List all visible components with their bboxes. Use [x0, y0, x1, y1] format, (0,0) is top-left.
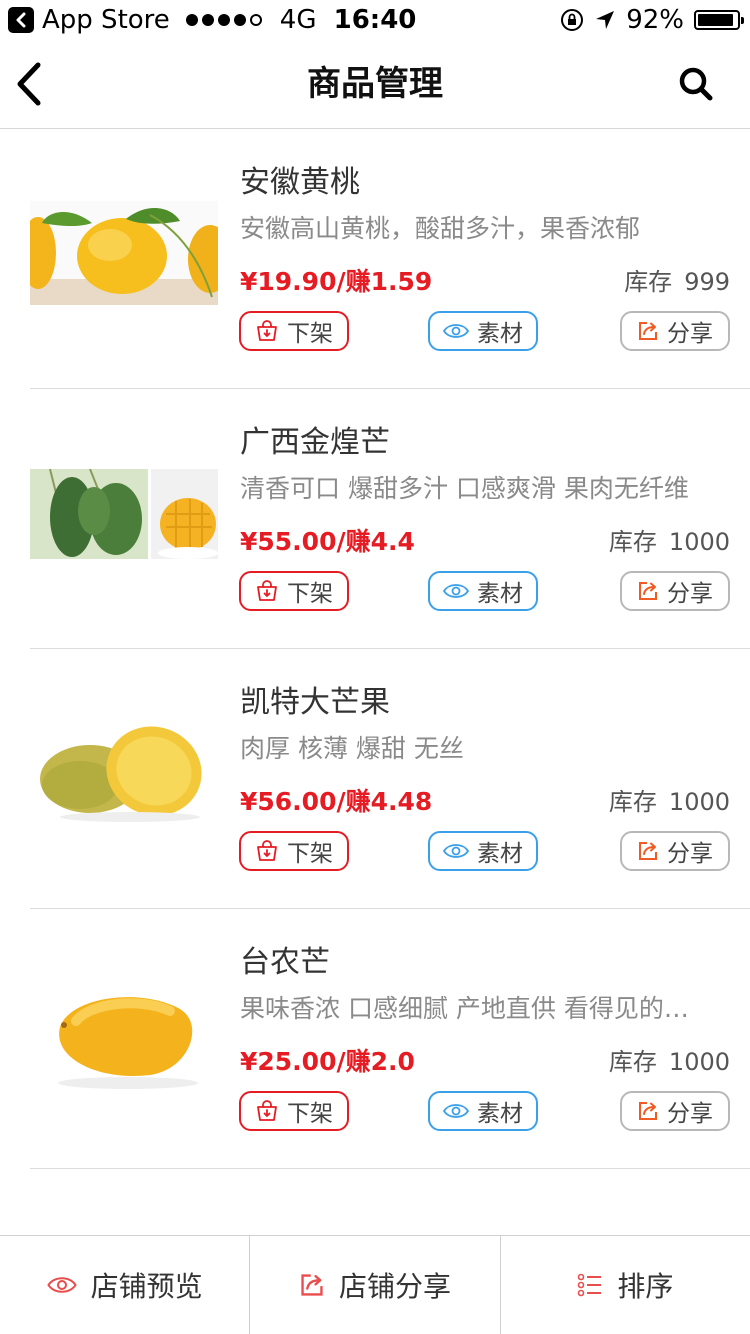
eye-icon — [46, 1277, 77, 1293]
product-stock: 库存 1000 — [609, 1042, 730, 1077]
take-off-shelf-button[interactable]: 下架 — [239, 571, 349, 611]
stock-label: 库存 — [608, 1048, 657, 1076]
basket-down-icon — [257, 1100, 277, 1121]
share-icon — [639, 1102, 657, 1120]
product-image-yellow-peach[interactable] — [30, 201, 218, 305]
battery-icon — [694, 10, 744, 30]
share-button[interactable]: 分享 — [620, 311, 730, 351]
product-item[interactable]: 安徽黄桃 安徽高山黄桃，酸甜多汁，果香浓郁 ¥19.90/赚1.59 库存 999… — [30, 129, 750, 389]
product-item[interactable]: 凯特大芒果 肉厚 核薄 爆甜 无丝 ¥56.00/赚4.48 库存 1000 下架… — [30, 649, 750, 909]
eye-icon — [443, 324, 469, 338]
product-stock: 库存 999 — [624, 262, 730, 297]
material-button[interactable]: 素材 — [428, 571, 538, 611]
take-off-shelf-label: 下架 — [287, 581, 333, 607]
status-bar: App Store 4G 16:40 92% — [0, 0, 750, 40]
page-title: 商品管理 — [307, 64, 443, 104]
stock-value: 999 — [684, 268, 730, 296]
sort-label: 排序 — [617, 1270, 674, 1303]
share-icon — [301, 1274, 323, 1296]
eye-icon — [443, 1104, 469, 1118]
material-label: 素材 — [477, 1101, 523, 1127]
material-button[interactable]: 素材 — [428, 831, 538, 871]
stock-label: 库存 — [624, 268, 673, 296]
product-stock: 库存 1000 — [609, 522, 730, 557]
navigation-bar: 商品管理 — [0, 40, 750, 129]
take-off-shelf-button[interactable]: 下架 — [239, 311, 349, 351]
product-price: ¥55.00/赚4.4 — [240, 527, 415, 556]
product-description: 肉厚 核薄 爆甜 无丝 — [240, 734, 464, 763]
share-icon — [639, 582, 657, 600]
status-right: 92% — [560, 4, 744, 36]
material-label: 素材 — [477, 321, 523, 347]
product-name: 广西金煌芒 — [240, 425, 390, 460]
take-off-shelf-label: 下架 — [287, 321, 333, 347]
material-label: 素材 — [477, 841, 523, 867]
shop-preview-label: 店铺预览 — [90, 1270, 203, 1303]
eye-icon — [443, 844, 469, 858]
product-image-jinhuang-mango[interactable] — [30, 469, 218, 559]
battery-percent: 92% — [626, 5, 684, 35]
list-sort-icon — [578, 1273, 602, 1297]
product-image-tainong-mango[interactable] — [30, 979, 218, 1091]
stock-value: 1000 — [668, 1048, 730, 1076]
basket-down-icon — [257, 840, 277, 861]
orientation-lock-icon — [561, 9, 584, 31]
take-off-shelf-button[interactable]: 下架 — [239, 831, 349, 871]
take-off-shelf-label: 下架 — [287, 841, 333, 867]
share-button[interactable]: 分享 — [620, 831, 730, 871]
shop-share-label: 店铺分享 — [338, 1270, 451, 1303]
stock-value: 1000 — [668, 788, 730, 816]
basket-down-icon — [257, 320, 277, 341]
share-button[interactable]: 分享 — [620, 1091, 730, 1131]
share-label: 分享 — [667, 581, 713, 607]
share-icon — [639, 842, 657, 860]
location-arrow-icon — [596, 11, 615, 29]
product-stock: 库存 1000 — [609, 782, 730, 817]
product-item[interactable]: 台农芒 果味香浓 口感细腻 产地直供 看得见的… ¥25.00/赚2.0 库存 1… — [30, 909, 750, 1169]
share-label: 分享 — [667, 841, 713, 867]
share-button[interactable]: 分享 — [620, 571, 730, 611]
bottom-toolbar: 店铺预览 店铺分享 排序 — [0, 1235, 750, 1334]
search-icon — [679, 67, 713, 101]
sort-button[interactable]: 排序 — [501, 1236, 750, 1334]
eye-icon — [443, 584, 469, 598]
shop-preview-button[interactable]: 店铺预览 — [0, 1236, 251, 1334]
product-description: 安徽高山黄桃，酸甜多汁，果香浓郁 — [240, 214, 641, 243]
share-label: 分享 — [667, 321, 713, 347]
stock-value: 1000 — [668, 528, 730, 556]
shop-share-button[interactable]: 店铺分享 — [250, 1236, 501, 1334]
product-description: 果味香浓 口感细腻 产地直供 看得见的… — [240, 994, 689, 1023]
material-label: 素材 — [477, 581, 523, 607]
take-off-shelf-button[interactable]: 下架 — [239, 1091, 349, 1131]
take-off-shelf-label: 下架 — [287, 1101, 333, 1127]
product-name: 台农芒 — [240, 945, 330, 980]
product-price: ¥19.90/赚1.59 — [240, 267, 433, 296]
material-button[interactable]: 素材 — [428, 1091, 538, 1131]
product-name: 凯特大芒果 — [240, 685, 390, 720]
share-icon — [639, 322, 657, 340]
product-price: ¥25.00/赚2.0 — [240, 1047, 415, 1076]
product-image-keitt-mango[interactable] — [30, 721, 218, 825]
product-name: 安徽黄桃 — [240, 165, 360, 200]
stock-label: 库存 — [608, 788, 657, 816]
product-item[interactable]: 广西金煌芒 清香可口 爆甜多汁 口感爽滑 果肉无纤维 ¥55.00/赚4.4 库… — [30, 389, 750, 649]
material-button[interactable]: 素材 — [428, 311, 538, 351]
basket-down-icon — [257, 580, 277, 601]
product-price: ¥56.00/赚4.48 — [240, 787, 433, 816]
share-label: 分享 — [667, 1101, 713, 1127]
product-description: 清香可口 爆甜多汁 口感爽滑 果肉无纤维 — [240, 474, 689, 503]
search-button[interactable] — [676, 64, 716, 104]
stock-label: 库存 — [608, 528, 657, 556]
product-list: 安徽黄桃 安徽高山黄桃，酸甜多汁，果香浓郁 ¥19.90/赚1.59 库存 999… — [0, 129, 750, 1169]
